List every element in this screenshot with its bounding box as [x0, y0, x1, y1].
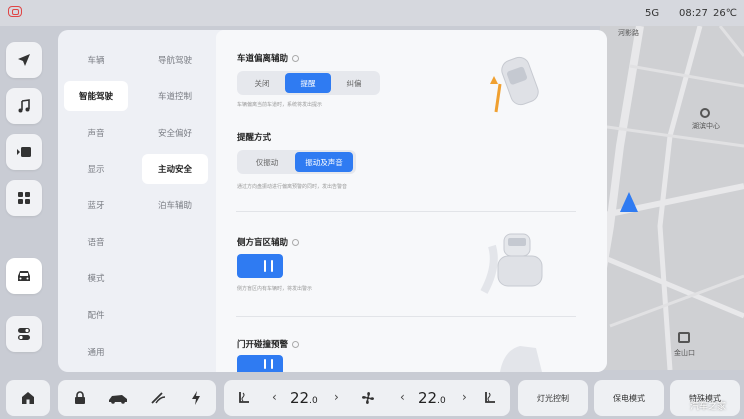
left-temp-increase[interactable]: ›: [334, 390, 339, 404]
lock-icon: [75, 391, 85, 404]
lane-departure-alert[interactable]: 提醒: [285, 73, 331, 93]
home-button[interactable]: [6, 380, 50, 416]
map-label: 河影路: [618, 29, 639, 37]
settings-content: 车道偏离辅助 关闭 提醒 纠偏 车辆偏离当前车道时，系统将发出提示 提醒方式 仅…: [216, 30, 607, 372]
blind-spot-description: 侧方盲区内有车辆时，将发出警示: [237, 286, 313, 292]
seat-heat-icon: [485, 392, 495, 403]
category-smart-driving[interactable]: 智能驾驶: [64, 81, 128, 111]
bottom-control-bar: ‹ 22.0 › ‹ 22.0 › 灯光控制 保电模式 特殊模式: [0, 377, 744, 419]
lane-departure-off[interactable]: 关闭: [239, 73, 285, 93]
info-icon[interactable]: [292, 239, 300, 246]
door-open-illustration: [492, 336, 552, 372]
video-icon: [17, 147, 31, 157]
subcategory-safety-preference[interactable]: 安全偏好: [142, 118, 208, 148]
apps-icon: [18, 192, 30, 204]
poi-icon[interactable]: [678, 332, 690, 343]
car-settings-button[interactable]: [6, 258, 42, 294]
map-label: 金山口: [674, 349, 695, 357]
vehicle-quick-controls: [58, 380, 216, 416]
category-accessories[interactable]: 配件: [64, 300, 128, 330]
left-temperature: 22.0: [290, 389, 318, 407]
current-location-icon: [620, 192, 638, 212]
subcategory-lane-control[interactable]: 车道控制: [142, 81, 208, 111]
lane-departure-description: 车辆偏离当前车道时，系统将发出提示: [237, 102, 323, 108]
toggle-settings-icon: [18, 328, 30, 340]
subcategory-active-safety[interactable]: 主动安全: [142, 154, 208, 184]
category-general[interactable]: 通用: [64, 337, 128, 367]
video-button[interactable]: [6, 134, 42, 170]
seat-heat-right-button[interactable]: [480, 380, 500, 416]
music-button[interactable]: [6, 88, 42, 124]
trunk-button[interactable]: [106, 380, 130, 416]
climate-controls: ‹ 22.0 › ‹ 22.0 ›: [224, 380, 510, 416]
blind-spot-title: 侧方盲区辅助: [237, 236, 300, 248]
info-icon[interactable]: [292, 341, 300, 348]
map-view[interactable]: 河影路 湖滨中心 金山口: [600, 26, 744, 370]
clock: 08:27: [679, 8, 708, 19]
category-sound[interactable]: 声音: [64, 118, 128, 148]
settings-category-list: 车辆 智能驾驶 声音 显示 蓝牙 语音 模式 配件 通用: [58, 30, 132, 372]
poi-icon[interactable]: [700, 108, 710, 118]
section-divider: [236, 316, 576, 317]
category-vehicle[interactable]: 车辆: [64, 45, 128, 75]
blind-spot-illustration: [478, 226, 552, 296]
right-temperature: 22.0: [418, 389, 446, 407]
lane-departure-selector: 关闭 提醒 纠偏: [237, 71, 380, 95]
alert-mode-vibration-sound[interactable]: 振动及声音: [295, 152, 353, 172]
alert-mode-vibration[interactable]: 仅振动: [239, 152, 295, 172]
section-divider: [236, 211, 576, 212]
right-temp-decrease[interactable]: ‹: [400, 390, 405, 404]
home-icon: [22, 392, 34, 404]
charging-button[interactable]: [186, 380, 206, 416]
seat-heat-icon: [239, 392, 249, 403]
alert-mode-description: 通过方向盘振动进行偏离预警的同时，发出告警音: [237, 184, 348, 190]
lane-departure-illustration: [478, 54, 552, 118]
right-temp-increase[interactable]: ›: [462, 390, 467, 404]
vehicle-alert-icon[interactable]: [8, 6, 22, 17]
blind-spot-toggle[interactable]: [237, 254, 283, 278]
navigation-button[interactable]: [6, 42, 42, 78]
lane-departure-correct[interactable]: 纠偏: [331, 73, 377, 93]
category-display[interactable]: 显示: [64, 154, 128, 184]
wiper-button[interactable]: [146, 380, 170, 416]
status-bar: 5G 08:27 26℃: [0, 0, 744, 26]
settings-subcategory-list: 导航驾驶 车道控制 安全偏好 主动安全 泊车辅助: [132, 30, 216, 372]
alert-mode-title: 提醒方式: [237, 133, 272, 143]
wiper-icon: [151, 392, 166, 404]
category-mode[interactable]: 模式: [64, 263, 128, 293]
quick-controls-button[interactable]: [6, 316, 42, 352]
left-temp-decrease[interactable]: ‹: [272, 390, 277, 404]
door-open-warning-title: 门开碰撞预警: [237, 338, 300, 350]
lightning-icon: [192, 391, 200, 405]
car-trunk-icon: [109, 395, 127, 404]
watermark: 汽车之家: [690, 402, 727, 412]
subcategory-parking-assist[interactable]: 泊车辅助: [142, 190, 208, 220]
lock-button[interactable]: [70, 380, 90, 416]
light-control-button[interactable]: 灯光控制: [518, 380, 588, 416]
fan-icon: [362, 392, 374, 404]
map-label: 湖滨中心: [692, 122, 720, 130]
category-voice[interactable]: 语音: [64, 227, 128, 257]
alert-mode-selector: 仅振动 振动及声音: [237, 150, 356, 174]
door-open-warning-toggle[interactable]: [237, 355, 283, 372]
subcategory-navigation-driving[interactable]: 导航驾驶: [142, 45, 208, 75]
info-icon[interactable]: [292, 55, 300, 62]
music-icon: [18, 99, 30, 113]
apps-button[interactable]: [6, 180, 42, 216]
signal-indicator: 5G: [645, 8, 660, 19]
fan-button[interactable]: [358, 380, 378, 416]
seat-heat-button[interactable]: [234, 380, 254, 416]
lane-departure-title: 车道偏离辅助: [237, 52, 300, 64]
category-bluetooth[interactable]: 蓝牙: [64, 190, 128, 220]
settings-panel: 车辆 智能驾驶 声音 显示 蓝牙 语音 模式 配件 通用 导航驾驶 车道控制 安…: [58, 30, 607, 372]
side-nav-rail: [0, 26, 56, 370]
power-saving-mode-button[interactable]: 保电模式: [594, 380, 664, 416]
navigation-icon: [18, 54, 30, 66]
outside-temperature: 26℃: [713, 8, 737, 19]
car-icon: [18, 271, 30, 281]
